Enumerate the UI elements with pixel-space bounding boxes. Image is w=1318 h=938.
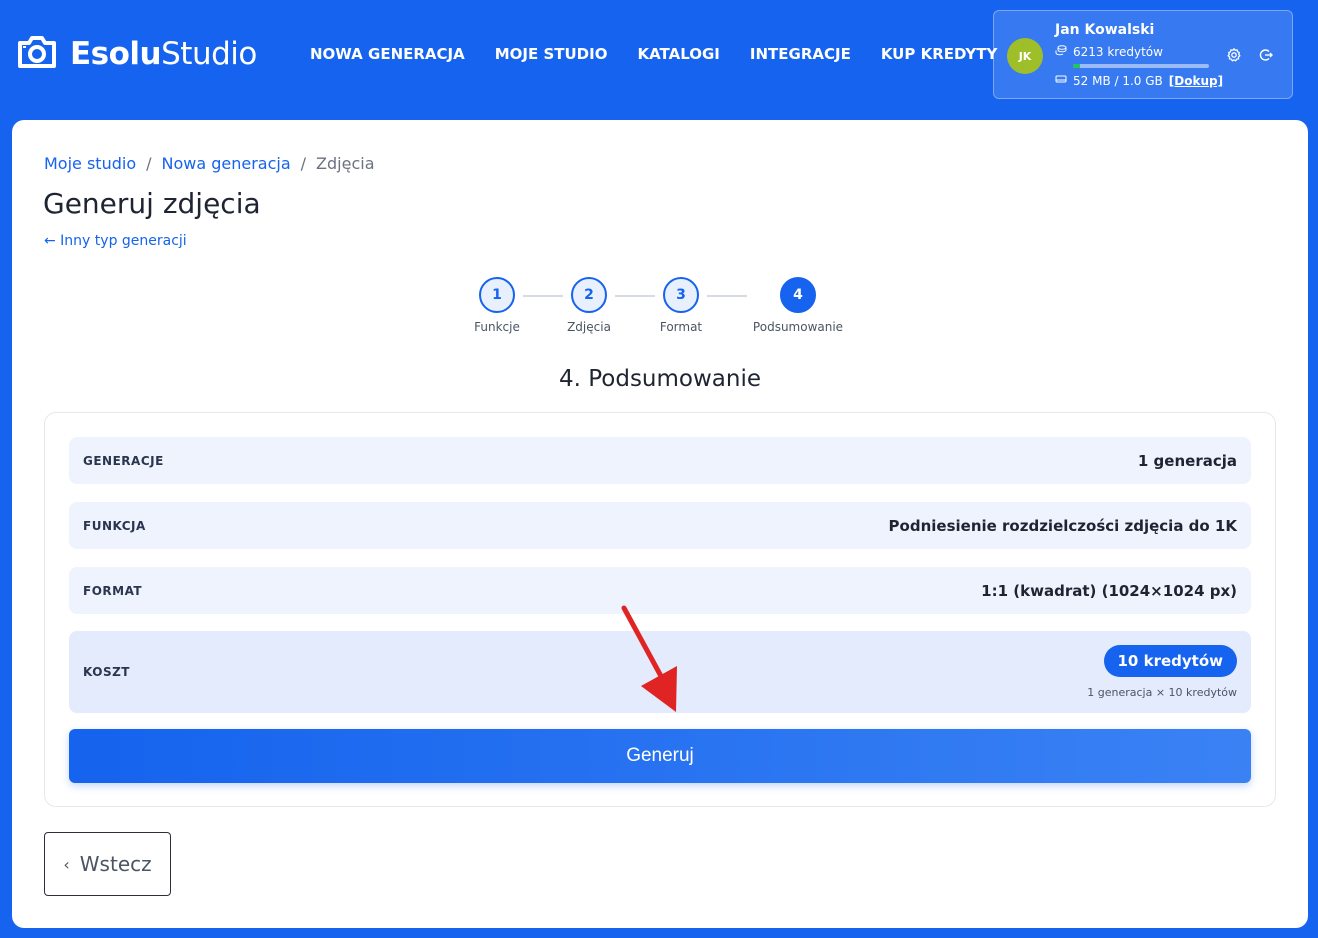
nav-new-generation[interactable]: NOWA GENERACJA xyxy=(310,44,465,64)
row-label: GENERACJE xyxy=(83,453,164,468)
row-value: 1:1 (kwadrat) (1024×1024 px) xyxy=(981,581,1237,600)
step-connector xyxy=(707,295,747,297)
nav-buy-credits[interactable]: KUP KREDYTY xyxy=(881,44,998,64)
step-connector xyxy=(615,295,655,297)
topup-storage-link[interactable]: [Dokup] xyxy=(1169,73,1223,89)
summary-panel: GENERACJE 1 generacja FUNKCJA Podniesien… xyxy=(44,412,1276,807)
row-value: 1 generacja xyxy=(1137,451,1237,470)
cost-breakdown: 1 generacja × 10 kredytów xyxy=(1087,685,1237,699)
step-label: Funkcje xyxy=(474,320,520,334)
breadcrumb-separator: / xyxy=(146,154,152,173)
storage-progress-bar xyxy=(1073,64,1209,68)
page-title: Generuj zdjęcia xyxy=(43,187,261,220)
cost-details: 10 kredytów 1 generacja × 10 kredytów xyxy=(1087,644,1237,700)
chevron-left-icon: ‹ xyxy=(63,854,70,874)
step-circle[interactable]: 3 xyxy=(663,277,699,313)
row-value: Podniesienie rozdzielczości zdjęcia do 1… xyxy=(888,516,1237,535)
breadcrumb-my-studio[interactable]: Moje studio xyxy=(44,154,136,174)
summary-row-cost: KOSZT 10 kredytów 1 generacja × 10 kredy… xyxy=(69,631,1251,713)
generate-button[interactable]: Generuj xyxy=(69,729,1251,783)
step-circle[interactable]: 2 xyxy=(571,277,607,313)
avatar[interactable]: JK xyxy=(1007,38,1043,74)
step-label: Format xyxy=(659,320,703,334)
step-1[interactable]: 1 Funkcje xyxy=(467,277,527,334)
nav-my-studio[interactable]: MOJE STUDIO xyxy=(495,44,608,64)
logo[interactable]: EsoluStudio xyxy=(16,34,257,74)
storage-usage: 52 MB / 1.0 GB xyxy=(1073,74,1163,88)
step-circle[interactable]: 1 xyxy=(479,277,515,313)
back-button[interactable]: ‹ Wstecz xyxy=(44,832,171,896)
logo-text: EsoluStudio xyxy=(70,36,257,72)
step-label: Podsumowanie xyxy=(752,320,844,334)
back-button-label: Wstecz xyxy=(79,852,152,876)
gear-icon[interactable] xyxy=(1226,47,1242,63)
section-title: 4. Podsumowanie xyxy=(558,366,762,392)
nav-catalogs[interactable]: KATALOGI xyxy=(637,44,719,64)
step-4[interactable]: 4 Podsumowanie xyxy=(748,277,848,334)
summary-row-function: FUNKCJA Podniesienie rozdzielczości zdję… xyxy=(69,502,1251,549)
step-2[interactable]: 2 Zdjęcia xyxy=(559,277,619,334)
step-3[interactable]: 3 Format xyxy=(651,277,711,334)
camera-icon xyxy=(16,34,58,74)
credits-info: 6213 kredytów xyxy=(1055,44,1163,60)
step-label: Zdjęcia xyxy=(567,320,611,334)
breadcrumb-new-generation[interactable]: Nowa generacja xyxy=(162,154,291,174)
user-name: Jan Kowalski xyxy=(1055,22,1155,38)
row-label: FORMAT xyxy=(83,583,143,598)
credits-count: 6213 kredytów xyxy=(1073,45,1163,59)
step-circle-active[interactable]: 4 xyxy=(780,277,816,313)
breadcrumb: Moje studio / Nowa generacja / Zdjęcia xyxy=(44,154,375,174)
storage-info: 52 MB / 1.0 GB [Dokup] xyxy=(1055,73,1223,89)
step-connector xyxy=(523,295,563,297)
breadcrumb-current: Zdjęcia xyxy=(316,154,375,173)
top-header: EsoluStudio NOWA GENERACJA MOJE STUDIO K… xyxy=(0,0,1318,110)
stepper: 1 Funkcje 2 Zdjęcia 3 Format 4 Podsumowa… xyxy=(12,277,1308,337)
summary-row-generations: GENERACJE 1 generacja xyxy=(69,437,1251,484)
breadcrumb-separator: / xyxy=(300,154,307,173)
user-panel: JK Jan Kowalski 6213 kredytów 52 MB / 1.… xyxy=(993,10,1293,99)
cost-badge: 10 kredytów xyxy=(1103,644,1237,677)
logout-icon[interactable] xyxy=(1258,47,1274,63)
row-label: KOSZT xyxy=(83,665,130,679)
hard-drive-icon xyxy=(1055,73,1073,89)
summary-row-format: FORMAT 1:1 (kwadrat) (1024×1024 px) xyxy=(69,567,1251,614)
nav-integrations[interactable]: INTEGRACJE xyxy=(750,44,851,64)
coins-icon xyxy=(1055,44,1073,60)
main-nav: NOWA GENERACJA MOJE STUDIO KATALOGI INTE… xyxy=(310,44,1027,64)
row-label: FUNKCJA xyxy=(83,518,146,533)
storage-progress-fill xyxy=(1073,64,1080,68)
main-card: Moje studio / Nowa generacja / Zdjęcia G… xyxy=(12,120,1308,928)
other-generation-type-link[interactable]: ← Inny typ generacji xyxy=(44,232,187,250)
